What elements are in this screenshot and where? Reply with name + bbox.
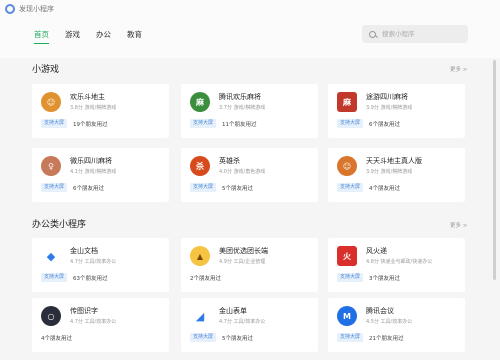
app-meta: 4.7分 工具/效率办公 <box>70 259 117 265</box>
app-name: 风火递 <box>366 247 387 255</box>
mahjong-icon: 麻 <box>190 92 210 112</box>
search-icon <box>369 30 376 38</box>
girl-icon: ♀ <box>41 156 61 176</box>
hero-icon: 杀 <box>190 156 210 176</box>
top-nav: 首页 游戏 办公 教育 <box>0 18 500 58</box>
app-name: 天天斗地主真人版 <box>366 157 422 165</box>
app-name: 美团优选团长端 <box>219 247 268 255</box>
tab-office[interactable]: 办公 <box>96 29 111 40</box>
big-screen-badge: 支持大屏 <box>190 183 217 192</box>
app-card[interactable]: 麻 腾讯欢乐麻将 3.7分 游戏/棋牌游戏 支持大屏 11个朋友用过 <box>181 84 318 138</box>
section-title-games: 小游戏 <box>32 65 60 75</box>
form-icon: ◢ <box>190 306 210 326</box>
app-name: 欢乐斗地主 <box>70 93 105 101</box>
document-icon: ◆ <box>41 246 61 266</box>
friends-used-count: 6个朋友用过 <box>73 186 104 192</box>
section-title-office: 办公类小程序 <box>32 220 87 230</box>
friends-used-count: 5个朋友用过 <box>222 336 253 342</box>
search-input[interactable] <box>382 30 462 38</box>
friends-used-count: 3个朋友用过 <box>369 276 400 282</box>
friends-used-count: 4个朋友用过 <box>41 336 72 342</box>
app-card[interactable]: ◢ 金山表单 4.7分 工具/效率办公 支持大屏 5个朋友用过 <box>181 298 318 352</box>
big-screen-badge: 支持大屏 <box>41 183 68 192</box>
more-games-link[interactable]: 更多 > <box>450 65 467 73</box>
big-screen-badge: 支持大屏 <box>337 183 364 192</box>
big-screen-badge: 支持大屏 <box>337 333 364 342</box>
big-screen-badge: 支持大屏 <box>337 273 364 282</box>
app-card[interactable]: ♀ 微乐四川麻将 4.1分 游戏/棋牌游戏 支持大屏 6个朋友用过 <box>32 148 169 202</box>
app-name: 传图识字 <box>70 307 98 315</box>
app-card[interactable]: ○ 传图识字 4.7分 工具/效率办公 4个朋友用过 <box>32 298 169 352</box>
app-name: 腾讯欢乐麻将 <box>219 93 261 101</box>
app-meta: 4.1分 游戏/棋牌游戏 <box>70 169 117 175</box>
app-card[interactable]: 麻 途游四川麻将 3.9分 游戏/棋牌游戏 支持大屏 6个朋友用过 <box>328 84 465 138</box>
app-card[interactable]: ◆ 金山文档 4.7分 工具/效率办公 支持大屏 63个朋友用过 <box>32 238 169 292</box>
tab-games[interactable]: 游戏 <box>65 29 80 40</box>
window-title: 发现小程序 <box>19 5 54 13</box>
friends-used-count: 4个朋友用过 <box>369 186 400 192</box>
app-meta: 3.7分 游戏/棋牌游戏 <box>219 105 266 111</box>
app-meta: 3.8分 游戏/棋牌游戏 <box>70 105 117 111</box>
friends-used-count: 6个朋友用过 <box>369 122 400 128</box>
big-screen-badge: 支持大屏 <box>337 119 364 128</box>
app-meta: 3.9分 游戏/棋牌游戏 <box>366 169 413 175</box>
friends-used-count: 21个朋友用过 <box>369 336 404 342</box>
big-screen-badge: 支持大屏 <box>41 119 68 128</box>
app-card[interactable]: ☺ 天天斗地主真人版 3.9分 游戏/棋牌游戏 支持大屏 4个朋友用过 <box>328 148 465 202</box>
friends-used-count: 2个朋友用过 <box>190 276 221 282</box>
app-meta: 4.0分 游戏/角色游戏 <box>219 169 266 175</box>
app-card[interactable]: 杀 英雄杀 4.0分 游戏/角色游戏 支持大屏 5个朋友用过 <box>181 148 318 202</box>
friends-used-count: 5个朋友用过 <box>222 186 253 192</box>
fire-icon: 火 <box>337 246 357 266</box>
app-card[interactable]: ▲ 美团优选团长端 4.9分 工具/企业管理 2个朋友用过 <box>181 238 318 292</box>
app-card[interactable]: M 腾讯会议 4.5分 工具/效率办公 支持大屏 21个朋友用过 <box>328 298 465 352</box>
app-name: 金山文档 <box>70 247 98 255</box>
app-meta: 4.5分 工具/效率办公 <box>366 319 413 325</box>
app-meta: 3.9分 游戏/棋牌游戏 <box>366 105 413 111</box>
app-name: 途游四川麻将 <box>366 93 408 101</box>
big-screen-badge: 支持大屏 <box>190 119 217 128</box>
mascot-icon: ▲ <box>190 246 210 266</box>
friends-used-count: 11个朋友用过 <box>222 122 257 128</box>
app-name: 微乐四川麻将 <box>70 157 112 165</box>
app-meta: 4.7分 工具/效率办公 <box>219 319 266 325</box>
title-bar: 发现小程序 <box>0 0 500 18</box>
face-icon: ☺ <box>337 156 357 176</box>
app-card[interactable]: ☺ 欢乐斗地主 3.8分 游戏/棋牌游戏 支持大屏 19个朋友用过 <box>32 84 169 138</box>
big-screen-badge: 支持大屏 <box>41 273 68 282</box>
meeting-icon: M <box>337 306 357 326</box>
search-box[interactable] <box>362 25 468 43</box>
tab-home[interactable]: 首页 <box>34 29 49 44</box>
tab-education[interactable]: 教育 <box>127 29 142 40</box>
friends-used-count: 63个朋友用过 <box>73 276 108 282</box>
more-office-link[interactable]: 更多 > <box>450 221 467 229</box>
app-name: 金山表单 <box>219 307 247 315</box>
app-name: 英雄杀 <box>219 157 240 165</box>
app-meta: 4.8分 快递业与邮政/快递办公 <box>366 259 433 265</box>
face-icon: ☺ <box>41 92 61 112</box>
big-screen-badge: 支持大屏 <box>190 333 217 342</box>
app-meta: 4.9分 工具/企业管理 <box>219 259 266 265</box>
app-meta: 4.7分 工具/效率办公 <box>70 319 117 325</box>
mini-program-logo-icon <box>5 4 15 14</box>
app-name: 腾讯会议 <box>366 307 394 315</box>
scan-icon: ○ <box>41 306 61 326</box>
mahjong-icon: 麻 <box>337 92 357 112</box>
friends-used-count: 19个朋友用过 <box>73 122 108 128</box>
scrollbar[interactable] <box>493 60 496 280</box>
app-card[interactable]: 火 风火递 4.8分 快递业与邮政/快递办公 支持大屏 3个朋友用过 <box>328 238 465 292</box>
